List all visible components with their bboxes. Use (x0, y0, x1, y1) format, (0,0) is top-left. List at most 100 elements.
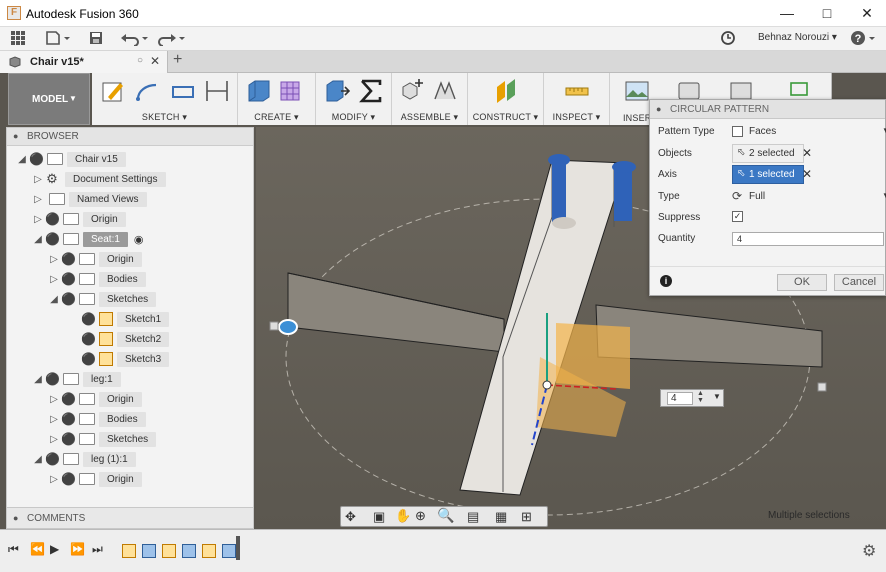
collapse-arrow-icon[interactable]: ◢ (47, 294, 61, 305)
timeline-sketch-feature-icon[interactable] (122, 544, 136, 558)
measure-icon[interactable] (564, 77, 590, 105)
compute-all-sigma-icon[interactable] (358, 77, 384, 105)
tree-item-seat-sketches[interactable]: ◢ ⚫ Sketches (7, 289, 157, 309)
pattern-instance-checkbox-left[interactable] (269, 321, 279, 331)
objects-select-button[interactable]: ⬁ 2 selected (732, 144, 804, 163)
save-icon[interactable] (86, 30, 106, 48)
expand-arrow-icon[interactable]: ▷ (47, 394, 61, 405)
quantity-dropdown-icon[interactable]: ▼ (713, 392, 721, 401)
visibility-bulb-icon[interactable]: ⚫ (45, 452, 60, 466)
visibility-bulb-icon[interactable]: ⚫ (61, 252, 76, 266)
construct-menu[interactable]: CONSTRUCT ▾ (468, 112, 543, 123)
assemble-menu[interactable]: ASSEMBLE ▾ (392, 112, 467, 123)
rectangle-icon[interactable] (170, 77, 196, 105)
create-menu[interactable]: CREATE ▾ (238, 112, 315, 123)
close-button[interactable]: ✕ (848, 0, 886, 27)
fit-zoom-icon[interactable]: 🔍 (437, 507, 454, 524)
insert-canvas-icon[interactable] (624, 77, 650, 105)
collapse-arrow-icon[interactable]: ◢ (31, 454, 45, 465)
grid-settings-icon[interactable]: ▦ (495, 509, 507, 525)
quantity-manipulator[interactable]: 4 ▲ ▼ ▼ (660, 389, 724, 407)
axis-origin-point[interactable] (542, 380, 552, 390)
timeline-sketch-feature-icon[interactable] (202, 544, 216, 558)
tree-item-leg1[interactable]: ◢ ⚫ leg:1 (7, 369, 121, 389)
tree-item-seat-origin[interactable]: ▷ ⚫ Origin (7, 249, 142, 269)
ok-button[interactable]: OK (777, 274, 827, 291)
redo-icon[interactable] (157, 30, 187, 48)
timeline-settings-gear-icon[interactable]: ⚙ (862, 541, 876, 561)
visibility-bulb-icon[interactable]: ⚫ (61, 392, 76, 406)
expand-arrow-icon[interactable]: ▷ (47, 434, 61, 445)
visibility-bulb-off-icon[interactable]: ⚫ (81, 352, 96, 366)
expand-arrow-icon[interactable]: ▷ (47, 474, 61, 485)
visibility-bulb-off-icon[interactable]: ⚫ (81, 312, 96, 326)
create-sketch-icon[interactable] (100, 77, 126, 105)
clear-axis-icon[interactable]: ✕ (802, 167, 812, 181)
offset-plane-icon[interactable] (494, 77, 520, 105)
tree-item-leg1-origin[interactable]: ▷ ⚫ Origin (7, 389, 142, 409)
visibility-bulb-icon[interactable]: ⚫ (61, 472, 76, 486)
extrude-icon[interactable] (246, 77, 272, 105)
visibility-bulb-icon[interactable]: ⚫ (29, 152, 44, 166)
expand-arrow-icon[interactable]: ▷ (31, 194, 45, 205)
collapse-arrow-icon[interactable]: ◢ (15, 154, 29, 165)
orbit-icon[interactable]: ✥ (345, 509, 356, 525)
modify-menu[interactable]: MODIFY ▾ (316, 112, 391, 123)
form-icon[interactable] (278, 77, 304, 105)
tree-item-origin[interactable]: ▷ ⚫ Origin (7, 209, 126, 229)
workspace-switcher[interactable]: MODEL ▼ (8, 73, 90, 125)
look-at-icon[interactable]: ▣ (373, 509, 385, 525)
new-tab-icon[interactable]: + (173, 51, 182, 69)
tree-item-leg11[interactable]: ◢ ⚫ leg (1):1 (7, 449, 136, 469)
type-dropdown[interactable]: ⟳ Full ▼ (732, 189, 886, 205)
tree-item-sketch1[interactable]: ⚫ Sketch1 (7, 309, 170, 329)
timeline-extrude-feature-icon[interactable] (182, 544, 196, 558)
joint-icon[interactable] (432, 77, 458, 105)
visibility-bulb-icon[interactable]: ⚫ (61, 412, 76, 426)
step-forward-icon[interactable]: ⏩ (70, 542, 85, 556)
data-panel-grid-icon[interactable] (8, 30, 28, 48)
minimize-button[interactable]: — (768, 0, 806, 27)
suppress-checkbox[interactable]: ✓ (732, 211, 743, 222)
undo-icon[interactable] (120, 30, 150, 48)
timeline-extrude-feature-icon[interactable] (222, 544, 236, 558)
expand-arrow-icon[interactable]: ▷ (31, 214, 45, 225)
expand-comments-icon[interactable]: ● (13, 513, 18, 523)
activate-component-radio-icon[interactable]: ◉ (134, 233, 144, 246)
info-icon[interactable]: i (660, 275, 672, 287)
tree-item-document-settings[interactable]: ▷ ⚙ Document Settings (7, 169, 166, 189)
timeline-extrude-feature-icon[interactable] (142, 544, 156, 558)
selected-face-1[interactable] (552, 160, 566, 222)
quantity-pattern-handle[interactable] (278, 319, 298, 335)
collapse-arrow-icon[interactable]: ◢ (31, 234, 45, 245)
collapse-arrow-icon[interactable]: ◢ (31, 374, 45, 385)
inspect-menu[interactable]: INSPECT ▾ (544, 112, 609, 123)
comments-panel[interactable]: ● COMMENTS (6, 507, 254, 529)
collapse-dialog-icon[interactable]: ● (656, 104, 661, 114)
pattern-type-dropdown[interactable]: Faces ▼ (732, 125, 886, 140)
help-icon[interactable]: ? (850, 30, 880, 48)
maximize-button[interactable]: □ (808, 0, 846, 27)
visibility-bulb-icon[interactable]: ⚫ (45, 372, 60, 386)
expand-arrow-icon[interactable]: ▷ (31, 174, 45, 185)
sketch-menu[interactable]: SKETCH ▾ (92, 112, 237, 123)
quantity-manipulator-value[interactable]: 4 (667, 392, 693, 405)
tree-item-named-views[interactable]: ▷ Named Views (7, 189, 147, 209)
browser-header[interactable]: ● BROWSER (7, 128, 253, 146)
tree-item-leg1-sketches[interactable]: ▷ ⚫ Sketches (7, 429, 157, 449)
play-icon[interactable]: ▶ (50, 542, 59, 556)
tree-item-seat[interactable]: ◢ ⚫ Seat:1 ◉ (7, 229, 144, 249)
zoom-icon[interactable]: ⊕ (415, 508, 426, 524)
visibility-bulb-icon[interactable]: ⚫ (45, 232, 60, 246)
visibility-bulb-icon[interactable]: ⚫ (61, 272, 76, 286)
axis-select-button[interactable]: ⬁ 1 selected (732, 165, 804, 184)
sketch-dimension-icon[interactable] (204, 77, 230, 105)
expand-arrow-icon[interactable]: ▷ (47, 254, 61, 265)
visibility-bulb-icon[interactable]: ⚫ (61, 432, 76, 446)
go-to-end-icon[interactable]: ⏭ (92, 542, 103, 557)
quantity-input[interactable]: 4 (732, 232, 884, 246)
job-status-clock-icon[interactable] (718, 30, 738, 48)
timeline-marker[interactable] (236, 536, 240, 560)
timeline-sketch-feature-icon[interactable] (162, 544, 176, 558)
expand-arrow-icon[interactable]: ▷ (47, 414, 61, 425)
